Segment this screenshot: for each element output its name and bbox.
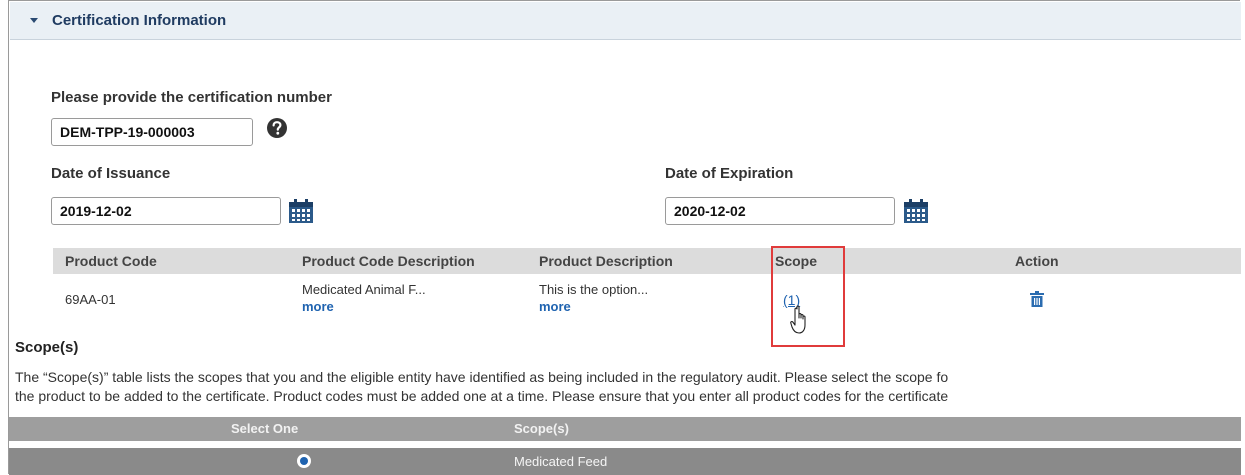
- scopes-table-row[interactable]: Medicated Feed: [9, 448, 1241, 475]
- cell-product-code: 69AA-01: [65, 292, 116, 307]
- header-scopes: Scope(s): [514, 421, 569, 436]
- cert-number-label: Please provide the certification number: [51, 89, 332, 106]
- cell-product-description: This is the option...: [539, 282, 649, 297]
- cert-number-input[interactable]: DEM-TPP-19-000003: [51, 118, 253, 146]
- cell-code-description: Medicated Animal F...: [302, 282, 426, 297]
- scopes-title: Scope(s): [15, 339, 79, 356]
- product-description-more-link[interactable]: more: [539, 299, 571, 314]
- section-title: Certification Information: [52, 12, 227, 29]
- scopes-description-line1: The “Scope(s)” table lists the scopes th…: [15, 369, 949, 385]
- expiration-date-label: Date of Expiration: [665, 165, 794, 182]
- collapse-caret-icon[interactable]: [30, 18, 38, 23]
- scopes-table-header: Select One Scope(s): [9, 417, 1241, 441]
- expiration-date-input[interactable]: 2020-12-02: [665, 197, 895, 225]
- header-product-code[interactable]: Product Code: [65, 253, 157, 269]
- section-header[interactable]: Certification Information: [10, 2, 1241, 40]
- calendar-icon[interactable]: [903, 198, 929, 224]
- scopes-description-line2: the product to be added to the certifica…: [15, 388, 949, 404]
- hand-pointer-cursor-icon: [790, 305, 806, 334]
- scope-select-radio[interactable]: [297, 454, 311, 468]
- question-circle-icon[interactable]: [266, 117, 288, 139]
- issuance-date-label: Date of Issuance: [51, 165, 171, 182]
- header-select-one: Select One: [231, 421, 299, 436]
- trash-icon[interactable]: [1030, 291, 1044, 307]
- code-description-more-link[interactable]: more: [302, 299, 334, 314]
- header-product-code-description[interactable]: Product Code Description: [302, 253, 475, 269]
- issuance-date-input[interactable]: 2019-12-02: [51, 197, 281, 225]
- scope-name: Medicated Feed: [514, 454, 608, 469]
- certification-panel: Certification Information Please provide…: [8, 0, 1241, 475]
- products-table-header: Product Code Product Code Description Pr…: [53, 248, 1241, 274]
- calendar-icon[interactable]: [288, 198, 314, 224]
- header-product-description[interactable]: Product Description: [539, 253, 673, 269]
- header-action: Action: [1015, 253, 1059, 269]
